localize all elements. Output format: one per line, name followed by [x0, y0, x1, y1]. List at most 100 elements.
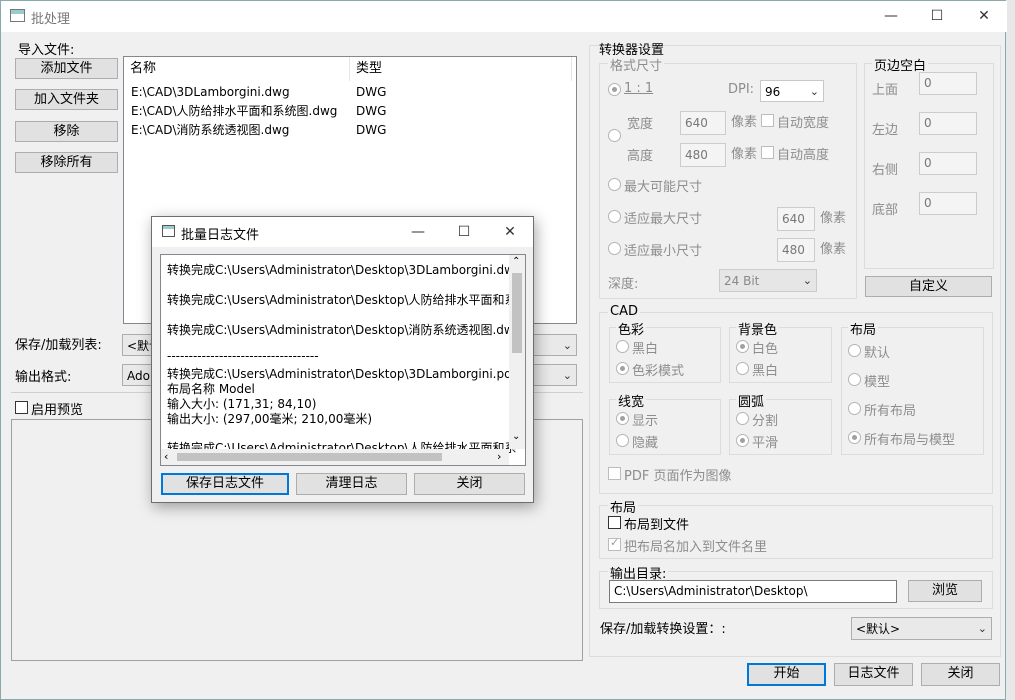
column-header-type[interactable]: 类型	[350, 57, 572, 81]
browse-button[interactable]: 浏览	[908, 580, 982, 602]
chevron-down-icon: ⌄	[562, 369, 572, 382]
vertical-scrollbar[interactable]: ⌃ ⌄	[509, 255, 525, 449]
lineweight-show-radio[interactable]	[616, 412, 629, 425]
fit-max-radio[interactable]	[608, 210, 621, 223]
cad-title: CAD	[608, 304, 640, 319]
add-folder-button[interactable]: 加入文件夹	[15, 89, 118, 110]
arc-split-label: 分割	[752, 414, 779, 429]
enable-preview-checkbox[interactable]	[15, 401, 28, 414]
log-file-button[interactable]: 日志文件	[834, 663, 913, 686]
dialog-close-icon[interactable]: ✕	[487, 217, 533, 247]
bw-label: 黑白	[632, 342, 659, 357]
one-to-one-radio[interactable]	[608, 83, 621, 96]
margin-bottom-input[interactable]: 0	[919, 192, 977, 215]
auto-width-label: 自动宽度	[777, 116, 830, 131]
dialog-app-icon	[162, 225, 175, 237]
auto-height-checkbox[interactable]	[761, 146, 774, 159]
all-layouts-radio[interactable]	[848, 402, 861, 415]
file-name: E:\CAD\人防给排水平面和系统图.dwg	[131, 104, 338, 118]
fit-max-label: 适应最大尺寸	[624, 212, 703, 227]
scroll-left-icon[interactable]: ‹	[164, 450, 168, 463]
auto-height-label: 自动高度	[777, 148, 830, 163]
margin-bottom-label: 底部	[872, 203, 899, 218]
desktop-background	[1006, 0, 1015, 700]
fit-max-input[interactable]: 640	[777, 207, 815, 231]
table-row[interactable]: E:\CAD\消防系统透视图.dwg DWG	[124, 121, 564, 140]
output-dir-input[interactable]: C:\Users\Administrator\Desktop\	[609, 580, 897, 603]
margin-left-label: 左边	[872, 123, 899, 138]
one-to-one-label: 1 : 1	[624, 81, 654, 96]
auto-width-checkbox[interactable]	[761, 114, 774, 127]
fit-min-radio[interactable]	[608, 242, 621, 255]
black-bg-radio[interactable]	[736, 362, 749, 375]
minimize-icon[interactable]: —	[868, 1, 914, 32]
dialog-title-bar: 批量日志文件 — ☐ ✕	[152, 217, 533, 247]
dialog-maximize-icon[interactable]: ☐	[441, 217, 487, 247]
dialog-minimize-icon[interactable]: —	[395, 217, 441, 247]
start-button[interactable]: 开始	[747, 663, 826, 686]
dpi-combo[interactable]: 96 ⌄	[760, 80, 824, 102]
table-row[interactable]: E:\CAD\3DLamborgini.dwg DWG	[124, 83, 564, 102]
arc-title: 圆弧	[736, 391, 767, 410]
window-title: 批处理	[31, 12, 71, 27]
layout-model-radio[interactable]	[848, 373, 861, 386]
title-bar: 批处理 — ☐ ✕	[1, 1, 1007, 32]
white-bg-radio[interactable]	[736, 340, 749, 353]
scroll-up-icon[interactable]: ⌃	[512, 256, 520, 267]
lineweight-hide-radio[interactable]	[616, 434, 629, 447]
margin-top-input[interactable]: 0	[919, 72, 977, 95]
horizontal-scrollbar[interactable]: ‹ ›	[161, 449, 509, 465]
dpi-value: 96	[765, 85, 781, 99]
add-layout-name-label: 把布局名加入到文件名里	[624, 540, 768, 555]
custom-button[interactable]: 自定义	[865, 276, 992, 297]
add-file-button[interactable]: 添加文件	[15, 58, 118, 79]
add-layout-name-checkbox[interactable]	[608, 536, 621, 551]
margin-left-input[interactable]: 0	[919, 112, 977, 135]
dialog-close-button[interactable]: 关闭	[414, 473, 525, 495]
max-possible-radio[interactable]	[608, 178, 621, 191]
horizontal-scroll-thumb[interactable]	[177, 453, 442, 461]
custom-size-radio[interactable]	[608, 129, 621, 142]
height-label: 高度	[627, 149, 654, 164]
height-input[interactable]: 480	[680, 143, 726, 167]
column-header-name[interactable]: 名称	[124, 57, 350, 81]
bw-radio[interactable]	[616, 340, 629, 353]
arc-split-radio[interactable]	[736, 412, 749, 425]
depth-value: 24 Bit	[724, 274, 760, 288]
maximize-icon[interactable]: ☐	[914, 1, 960, 32]
remove-button[interactable]: 移除	[15, 121, 118, 142]
clear-log-button[interactable]: 清理日志	[296, 473, 407, 495]
all-layouts-model-radio[interactable]	[848, 431, 861, 444]
depth-combo[interactable]: 24 Bit ⌄	[719, 269, 817, 292]
color-mode-radio[interactable]	[616, 362, 629, 375]
width-input[interactable]: 640	[680, 111, 726, 135]
enable-preview-label: 启用预览	[31, 403, 84, 418]
margin-right-input[interactable]: 0	[919, 152, 977, 175]
pdf-as-image-checkbox[interactable]	[608, 467, 621, 480]
vertical-scroll-thumb[interactable]	[512, 273, 522, 353]
save-log-button[interactable]: 保存日志文件	[161, 473, 289, 495]
close-icon[interactable]: ✕	[961, 1, 1007, 32]
save-load-settings-label: 保存/加载转换设置：:	[600, 622, 726, 637]
scroll-right-icon[interactable]: ›	[497, 450, 501, 463]
lineweight-show-label: 显示	[632, 414, 659, 429]
log-text-area[interactable]: 转换完成C:\Users\Administrator\Desktop\3DLam…	[160, 254, 526, 466]
fit-min-label: 适应最小尺寸	[624, 244, 703, 259]
arc-smooth-radio[interactable]	[736, 434, 749, 447]
fit-min-input[interactable]: 480	[777, 238, 815, 262]
save-load-settings-combo[interactable]: <默认> ⌄	[851, 617, 992, 640]
width-unit: 像素	[731, 115, 758, 130]
log-line: 转换完成C:\Users\Administrator\Desktop\消防系统透…	[167, 323, 514, 337]
table-row[interactable]: E:\CAD\人防给排水平面和系统图.dwg DWG	[124, 102, 564, 121]
scroll-down-icon[interactable]: ⌄	[512, 431, 520, 442]
fit-max-unit: 像素	[820, 211, 847, 226]
margin-right-label: 右侧	[872, 163, 899, 178]
all-layouts-model-label: 所有布局与模型	[864, 433, 956, 448]
white-bg-label: 白色	[752, 342, 779, 357]
height-unit: 像素	[731, 147, 758, 162]
layout-to-file-checkbox[interactable]	[608, 516, 621, 529]
remove-all-button[interactable]: 移除所有	[15, 152, 118, 173]
close-button[interactable]: 关闭	[921, 663, 1000, 686]
layout-default-radio[interactable]	[848, 344, 861, 357]
chevron-down-icon: ⌄	[802, 274, 812, 287]
